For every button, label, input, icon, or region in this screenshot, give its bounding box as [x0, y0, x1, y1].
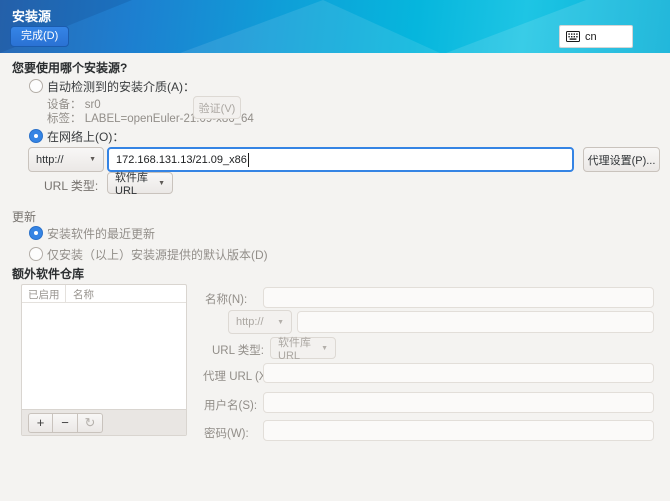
repo-password-input[interactable] [263, 420, 654, 441]
repo-url-type-dropdown[interactable]: 软件库 URL ▼ [270, 337, 336, 362]
repo-username-label: 用户名(S): [204, 400, 258, 412]
url-type-dropdown[interactable]: 软件库 URL ▼ [107, 172, 173, 197]
text-caret [247, 152, 249, 167]
repo-proxy-url-input[interactable] [263, 363, 654, 383]
revert-repo-button[interactable]: ↻ [78, 412, 103, 433]
media-label-label: 标签： [47, 113, 82, 125]
repos-table: 已启用 名称 + − ↻ [21, 284, 187, 436]
url-input[interactable]: 172.168.131.13/21.09_x86 [107, 147, 574, 172]
url-type-dropdown-value: 软件库 URL [115, 172, 148, 197]
repo-url-type-label: URL 类型: [212, 345, 264, 357]
repo-password-label: 密码(W): [204, 428, 249, 440]
header-banner: 安装源 完成(D) cn [0, 0, 670, 53]
repo-url-type-value: 软件库 URL [278, 337, 311, 362]
repos-table-header: 已启用 名称 [22, 285, 186, 303]
keyboard-layout-label: cn [585, 30, 597, 43]
plus-icon: + [36, 414, 45, 430]
radio-latest-updates-label[interactable]: 安装软件的最近更新 [47, 225, 155, 242]
chevron-down-icon: ▼ [89, 156, 96, 163]
chevron-down-icon: ▼ [277, 318, 284, 326]
protocol-dropdown-value: http:// [36, 153, 64, 166]
url-type-label: URL 类型: [44, 179, 99, 193]
updates-section-title: 更新 [12, 210, 37, 224]
done-button[interactable]: 完成(D) [10, 26, 70, 47]
add-repo-button[interactable]: + [28, 412, 53, 433]
verify-button[interactable]: 验证(V) [193, 96, 241, 119]
repos-header-name[interactable]: 名称 [66, 285, 94, 302]
radio-on-network[interactable] [29, 129, 43, 143]
url-input-value: 172.168.131.13/21.09_x86 [116, 153, 247, 166]
repo-username-input[interactable] [263, 392, 654, 413]
keyboard-layout-indicator[interactable]: cn [559, 25, 633, 48]
page-title: 安装源 [12, 9, 52, 24]
radio-on-network-label[interactable]: 在网络上(O)： [47, 128, 124, 145]
repo-name-label: 名称(N): [205, 294, 248, 306]
remove-repo-button[interactable]: − [53, 412, 78, 433]
radio-default-versions[interactable] [29, 247, 43, 261]
keyboard-icon [566, 31, 580, 42]
refresh-icon: ↻ [84, 414, 96, 430]
protocol-dropdown[interactable]: http:// ▼ [28, 147, 104, 172]
repo-name-input[interactable] [263, 287, 654, 308]
header-art [180, 0, 440, 53]
repo-protocol-value: http:// [236, 316, 264, 328]
repos-header-enabled[interactable]: 已启用 [22, 285, 66, 302]
source-question-heading: 您要使用哪个安装源? [12, 61, 128, 75]
chevron-down-icon: ▼ [158, 179, 165, 187]
repos-section-title: 额外软件仓库 [12, 267, 85, 281]
radio-latest-updates[interactable] [29, 226, 43, 240]
chevron-down-icon: ▼ [321, 344, 328, 352]
repos-toolbar: + − ↻ [22, 409, 186, 435]
radio-default-versions-label[interactable]: 仅安装（以上）安装源提供的默认版本(D) [47, 246, 268, 263]
installation-source-window: 安装源 完成(D) cn 您要使用哪个安装源? 自动检测到的安装介质(A)： 设… [0, 0, 670, 501]
repo-protocol-dropdown[interactable]: http:// ▼ [228, 310, 292, 334]
radio-auto-detected-media[interactable] [29, 79, 43, 93]
proxy-setup-button[interactable]: 代理设置(P)... [583, 147, 660, 172]
repo-url-input[interactable] [297, 311, 654, 333]
radio-auto-detected-media-label[interactable]: 自动检测到的安装介质(A)： [47, 78, 195, 95]
minus-icon: − [61, 414, 69, 430]
